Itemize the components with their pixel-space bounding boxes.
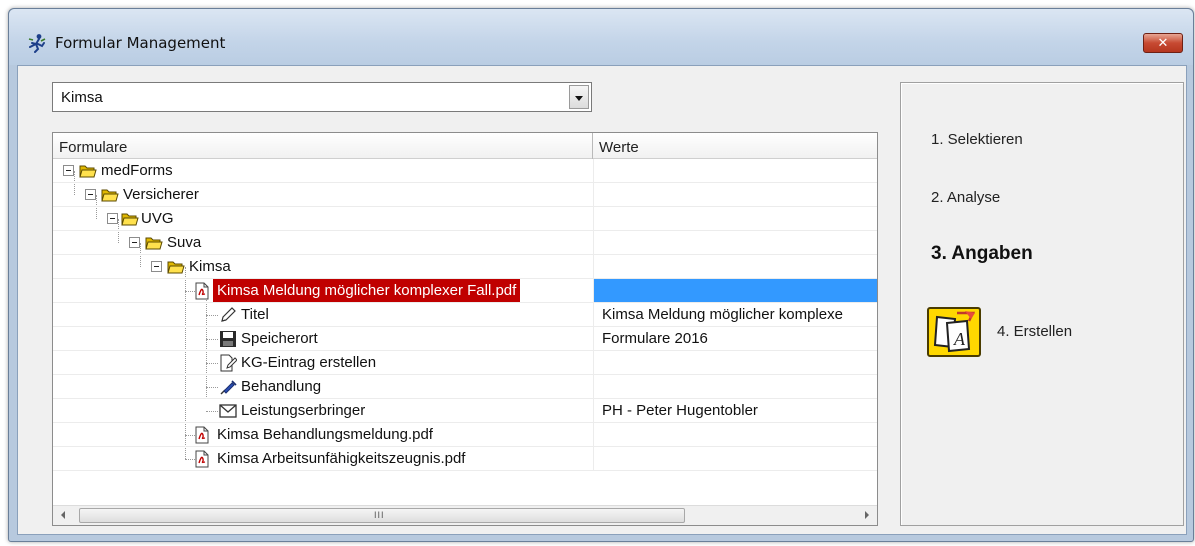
tree-row-value: [594, 207, 877, 230]
tree-row-label: Kimsa Behandlungsmeldung.pdf: [217, 426, 433, 443]
tree-row-selected-pdf[interactable]: Kimsa Meldung möglicher komplexer Fall.p…: [53, 279, 877, 303]
column-header-formulare[interactable]: Formulare: [53, 133, 593, 159]
tree-row-value: [594, 375, 877, 398]
create-form-icon: A: [933, 311, 976, 353]
tree-row-value: [594, 351, 877, 374]
tree-row-value: Kimsa Meldung möglicher komplexe: [602, 306, 843, 323]
tree-row-label: Kimsa Arbeitsunfähigkeitszeugnis.pdf: [217, 450, 466, 467]
tree-rows: medForms Versicherer UVG Suva Kimsa Kims…: [53, 159, 877, 471]
collapse-icon[interactable]: [151, 261, 162, 272]
chevron-down-icon[interactable]: [569, 85, 589, 109]
pdf-file-icon: [195, 282, 209, 300]
tree-row-value: [594, 423, 877, 446]
step-selektieren: 1. Selektieren: [931, 131, 1023, 148]
step-analyse: 2. Analyse: [931, 189, 1001, 206]
save-disk-icon: [220, 331, 236, 347]
folder-open-icon: [101, 189, 119, 202]
tree-row-speicherort[interactable]: Speicherort Formulare 2016: [53, 327, 877, 351]
create-button[interactable]: A: [927, 307, 981, 357]
wizard-steps-panel: 1. Selektieren 2. Analyse 3. Angaben A 4…: [900, 82, 1184, 526]
tree-row-value: PH - Peter Hugentobler: [602, 402, 758, 419]
close-button[interactable]: ✕: [1143, 33, 1183, 53]
form-set-dropdown[interactable]: Kimsa: [52, 82, 592, 112]
edit-document-icon: [220, 354, 237, 372]
horizontal-scrollbar[interactable]: III: [53, 505, 877, 525]
client-area: Kimsa Formulare Werte medForms Versicher…: [17, 65, 1187, 535]
tree-row-label: Versicherer: [123, 186, 199, 203]
tree-row-kg-eintrag[interactable]: KG-Eintrag erstellen: [53, 351, 877, 375]
form-tree-grid[interactable]: Formulare Werte medForms Versicherer UVG…: [52, 132, 878, 526]
tree-row-uvg[interactable]: UVG: [53, 207, 877, 231]
step-erstellen[interactable]: 4. Erstellen: [997, 323, 1072, 340]
tree-row-suva[interactable]: Suva: [53, 231, 877, 255]
formular-management-window: Formular Management ✕ Kimsa Formulare We…: [8, 8, 1194, 542]
scroll-grip: III: [374, 510, 385, 520]
title-bar[interactable]: Formular Management ✕: [9, 9, 1193, 65]
tree-row-value: [594, 159, 877, 182]
tree-row-medforms[interactable]: medForms: [53, 159, 877, 183]
collapse-icon[interactable]: [85, 189, 96, 200]
pdf-file-icon: [195, 450, 209, 468]
tree-row-leistungserbringer[interactable]: Leistungserbringer PH - Peter Hugentoble…: [53, 399, 877, 423]
scroll-left-icon[interactable]: [61, 511, 65, 519]
collapse-icon[interactable]: [63, 165, 74, 176]
column-header-werte[interactable]: Werte: [593, 133, 877, 159]
step-angaben: 3. Angaben: [931, 243, 1033, 264]
scrollbar-thumb[interactable]: III: [79, 508, 685, 523]
tree-row-kimsa[interactable]: Kimsa: [53, 255, 877, 279]
svg-text:A: A: [953, 329, 966, 349]
tree-row-label: medForms: [101, 162, 173, 179]
grid-header: Formulare Werte: [53, 133, 877, 159]
tree-row-behandlungsmeldung-pdf[interactable]: Kimsa Behandlungsmeldung.pdf: [53, 423, 877, 447]
tree-row-label: Behandlung: [241, 378, 322, 395]
tree-row-label: Leistungserbringer: [241, 402, 366, 419]
tree-row-versicherer[interactable]: Versicherer: [53, 183, 877, 207]
tree-row-value: [594, 183, 877, 206]
dropdown-value: Kimsa: [61, 89, 103, 106]
app-icon: [28, 34, 46, 53]
folder-open-icon: [167, 261, 185, 274]
tree-row-behandlung[interactable]: Behandlung: [53, 375, 877, 399]
tree-row-value: [594, 279, 877, 302]
scroll-right-icon[interactable]: [865, 511, 869, 519]
pdf-file-icon: [195, 426, 209, 444]
collapse-icon[interactable]: [129, 237, 140, 248]
tree-row-value: [594, 255, 877, 278]
tree-row-label: KG-Eintrag erstellen: [241, 354, 377, 371]
window-title: Formular Management: [55, 34, 226, 52]
tree-row-label: Suva: [167, 234, 202, 251]
tree-row-value: [594, 231, 877, 254]
pencil-icon: [221, 307, 236, 322]
tree-row-value: [594, 447, 877, 470]
tree-row-arbeitsunfaehigkeit-pdf[interactable]: Kimsa Arbeitsunfähigkeitszeugnis.pdf: [53, 447, 877, 471]
collapse-icon[interactable]: [107, 213, 118, 224]
folder-open-icon: [121, 213, 139, 226]
tree-row-value: Formulare 2016: [602, 330, 708, 347]
envelope-icon: [219, 404, 237, 418]
folder-open-icon: [79, 165, 97, 178]
tree-row-label: Kimsa Meldung möglicher komplexer Fall.p…: [213, 279, 521, 302]
syringe-icon: [220, 380, 237, 395]
tree-row-label: UVG: [141, 210, 174, 227]
tree-row-label: Titel: [241, 306, 269, 323]
folder-open-icon: [145, 237, 163, 250]
tree-row-label: Kimsa: [189, 258, 231, 275]
tree-row-label: Speicherort: [241, 330, 318, 347]
tree-row-titel[interactable]: Titel Kimsa Meldung möglicher komplexe: [53, 303, 877, 327]
